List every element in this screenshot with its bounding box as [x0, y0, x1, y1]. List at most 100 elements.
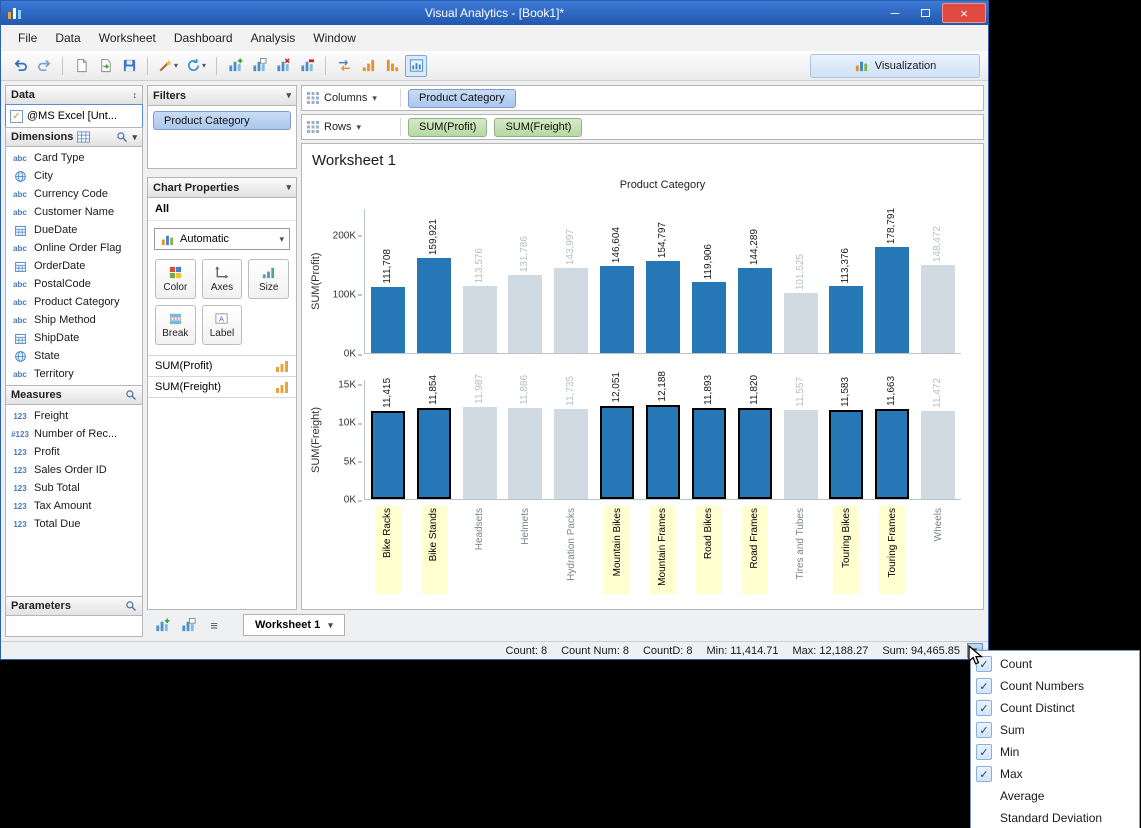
- bar-helmets[interactable]: [508, 408, 543, 499]
- bar-tires-and-tubes[interactable]: [783, 293, 818, 353]
- show-me-button[interactable]: [405, 54, 428, 77]
- bar-headsets[interactable]: [462, 407, 497, 499]
- break-button[interactable]: Break: [155, 305, 196, 345]
- measure-item-tax-amount[interactable]: 123 Tax Amount: [6, 497, 142, 515]
- chevron-down-icon[interactable]: ▾: [286, 182, 291, 193]
- dimension-item-shipdate[interactable]: ShipDate: [6, 329, 142, 347]
- dimension-item-territory[interactable]: abc Territory: [6, 365, 142, 383]
- menu-item-count-distinct[interactable]: ✓ Count Distinct: [973, 697, 1137, 719]
- menu-item-min[interactable]: ✓ Min: [973, 741, 1137, 763]
- duplicate-worksheet-icon[interactable]: [177, 615, 199, 635]
- worksheet-tab[interactable]: Worksheet 1 ▾: [243, 614, 345, 636]
- dimension-item-card-type[interactable]: abc Card Type: [6, 149, 142, 167]
- filters-header[interactable]: Filters ▾: [148, 86, 296, 106]
- measure-item-number-of-rec[interactable]: #123 Number of Rec...: [6, 425, 142, 443]
- measure-item-sub-total[interactable]: 123 Sub Total: [6, 479, 142, 497]
- bar-touring-bikes[interactable]: [829, 286, 864, 353]
- chart-properties-header[interactable]: Chart Properties ▾: [148, 178, 296, 198]
- rows-shelf-head[interactable]: Rows ▾: [307, 121, 393, 133]
- category-label-touring-frames[interactable]: Touring Frames: [887, 506, 898, 579]
- measure-slot-sum-freight[interactable]: SUM(Freight): [148, 377, 296, 398]
- dimension-item-customer-name[interactable]: abc Customer Name: [6, 203, 142, 221]
- export-button[interactable]: [94, 55, 116, 77]
- measure-item-sales-order-id[interactable]: 123 Sales Order ID: [6, 461, 142, 479]
- sheet-list-icon[interactable]: ≡: [203, 615, 225, 635]
- bar-touring-frames[interactable]: [875, 247, 910, 353]
- category-label-road-bikes[interactable]: Road Bikes: [703, 506, 714, 561]
- minimize-button[interactable]: ─: [880, 3, 910, 23]
- measure-item-total-due[interactable]: 123 Total Due: [6, 515, 142, 533]
- category-label-road-frames[interactable]: Road Frames: [749, 506, 760, 571]
- swap-axes-button[interactable]: [333, 55, 355, 77]
- bar-helmets[interactable]: [508, 275, 543, 353]
- chevron-down-icon[interactable]: ▾: [286, 90, 291, 101]
- bar-touring-frames[interactable]: [875, 409, 910, 499]
- rows-pill-sum-freight[interactable]: SUM(Freight): [494, 117, 583, 137]
- menu-worksheet[interactable]: Worksheet: [90, 27, 165, 49]
- search-icon[interactable]: [125, 389, 137, 401]
- measure-slot-sum-profit[interactable]: SUM(Profit): [148, 356, 296, 377]
- maximize-button[interactable]: [910, 3, 940, 23]
- bar-mountain-frames[interactable]: [645, 405, 680, 499]
- menu-file[interactable]: File: [9, 27, 46, 49]
- menu-item-standard-deviation[interactable]: Standard Deviation: [973, 807, 1137, 828]
- undo-button[interactable]: [9, 55, 31, 77]
- color-button[interactable]: Color: [155, 259, 196, 299]
- category-label-hydration-packs[interactable]: Hydration Packs: [566, 506, 577, 583]
- category-label-tires-and-tubes[interactable]: Tires and Tubes: [795, 506, 806, 581]
- sort-icon[interactable]: ↕: [133, 90, 138, 100]
- bar-wheels[interactable]: [921, 265, 956, 353]
- menu-item-count[interactable]: ✓ Count: [973, 653, 1137, 675]
- chart-type-select[interactable]: Automatic ▾: [154, 228, 290, 250]
- bar-road-bikes[interactable]: [691, 282, 726, 353]
- chevron-down-icon[interactable]: ▾: [132, 132, 137, 143]
- bar-hydration-packs[interactable]: [554, 268, 589, 353]
- category-label-bike-stands[interactable]: Bike Stands: [428, 506, 439, 563]
- close-button[interactable]: ×: [942, 3, 986, 23]
- category-label-bike-racks[interactable]: Bike Racks: [382, 506, 393, 560]
- menu-dashboard[interactable]: Dashboard: [165, 27, 242, 49]
- duplicate-worksheet-button[interactable]: [248, 55, 270, 77]
- dimension-item-online-order-flag[interactable]: abc Online Order Flag: [6, 239, 142, 257]
- menu-data[interactable]: Data: [46, 27, 89, 49]
- category-label-mountain-frames[interactable]: Mountain Frames: [657, 506, 668, 588]
- label-button[interactable]: A Label: [201, 305, 243, 345]
- dimension-item-ship-method[interactable]: abc Ship Method: [6, 311, 142, 329]
- dimension-item-city[interactable]: City: [6, 167, 142, 185]
- data-panel-header[interactable]: Data ↕: [5, 85, 143, 105]
- checkbox-checked-icon[interactable]: ✓: [10, 109, 23, 123]
- refresh-button[interactable]: ▾: [183, 55, 209, 77]
- dimension-item-orderdate[interactable]: OrderDate: [6, 257, 142, 275]
- clear-worksheet-button[interactable]: [296, 55, 318, 77]
- category-label-wheels[interactable]: Wheels: [933, 506, 944, 543]
- parameters-header[interactable]: Parameters: [5, 596, 143, 616]
- titlebar[interactable]: Visual Analytics - [Book1]* ─ ×: [1, 1, 988, 25]
- category-label-headsets[interactable]: Headsets: [474, 506, 485, 552]
- dimension-item-product-category[interactable]: abc Product Category: [6, 293, 142, 311]
- visualization-button[interactable]: Visualization: [810, 53, 980, 78]
- size-button[interactable]: Size: [248, 259, 289, 299]
- bar-mountain-bikes[interactable]: [600, 266, 635, 353]
- search-icon[interactable]: [125, 600, 137, 612]
- category-label-helmets[interactable]: Helmets: [520, 506, 531, 547]
- menu-item-sum[interactable]: ✓ Sum: [973, 719, 1137, 741]
- sort-ascending-button[interactable]: [357, 55, 379, 77]
- data-source-item[interactable]: ✓ @MS Excel [Unt...: [5, 104, 143, 128]
- sort-descending-button[interactable]: [381, 55, 403, 77]
- dimension-item-currency-code[interactable]: abc Currency Code: [6, 185, 142, 203]
- filter-pill-product-category[interactable]: Product Category: [153, 111, 291, 130]
- columns-pill-product-category[interactable]: Product Category: [408, 88, 516, 108]
- save-button[interactable]: [118, 55, 140, 77]
- bar-mountain-bikes[interactable]: [600, 406, 635, 499]
- dimension-item-state[interactable]: State: [6, 347, 142, 365]
- bar-road-frames[interactable]: [737, 408, 772, 499]
- dimensions-header[interactable]: Dimensions ▾: [5, 127, 143, 147]
- category-label-mountain-bikes[interactable]: Mountain Bikes: [612, 506, 623, 578]
- bar-tires-and-tubes[interactable]: [783, 410, 818, 499]
- redo-button[interactable]: [33, 55, 55, 77]
- menu-item-max[interactable]: ✓ Max: [973, 763, 1137, 785]
- bar-bike-stands[interactable]: [416, 258, 451, 353]
- category-label-touring-bikes[interactable]: Touring Bikes: [841, 506, 852, 570]
- dimension-item-postalcode[interactable]: abc PostalCode: [6, 275, 142, 293]
- delete-worksheet-button[interactable]: [272, 55, 294, 77]
